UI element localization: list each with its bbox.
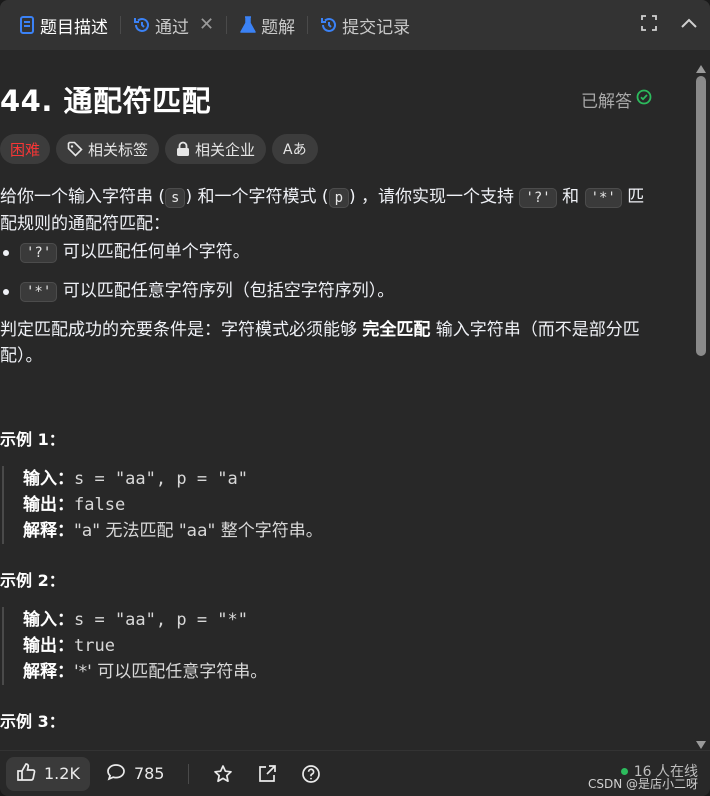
scrollbar-thumb[interactable] — [696, 76, 706, 356]
solved-status: 已解答 — [581, 87, 652, 112]
tab-divider — [307, 16, 309, 34]
star-icon[interactable] — [213, 764, 233, 784]
online-dot-icon — [620, 767, 628, 775]
scrollbar[interactable] — [692, 50, 710, 750]
related-tags-button[interactable]: 相关标签 — [56, 134, 160, 164]
tabbar-actions — [638, 12, 700, 34]
solved-label: 已解答 — [581, 91, 632, 112]
example-explanation: '*' 可以匹配任意字符串。 — [74, 662, 268, 682]
tab-description-label: 题目描述 — [40, 17, 108, 38]
tab-passed-label: 通过 — [155, 17, 189, 38]
translate-icon: Aあ — [283, 142, 307, 158]
flask-icon — [239, 16, 257, 34]
comment-count: 785 — [133, 764, 165, 783]
emphasis-text: 完全匹配 — [362, 320, 431, 340]
example-heading: 示例 3： — [0, 712, 65, 731]
share-icon[interactable] — [257, 764, 277, 784]
history-icon — [133, 16, 151, 34]
problem-description: 给你一个输入字符串 (s) 和一个字符模式 (p) ，请你实现一个支持 '?' … — [0, 184, 660, 369]
inline-code: '?' — [519, 188, 557, 208]
like-count: 1.2K — [44, 764, 80, 783]
description-content: 44. 通配符匹配 已解答 困难 相关标签 相关企业 Aあ 给你一个输入字符串 … — [0, 50, 692, 750]
inline-code: s — [165, 188, 186, 208]
related-companies-button[interactable]: 相关企业 — [165, 134, 267, 164]
list-item: '*' 可以匹配任意字符序列（包括空字符序列）。 — [0, 278, 660, 305]
tag-row: 困难 相关标签 相关企业 Aあ — [0, 134, 318, 164]
example-input: s = "aa", p = "*" — [74, 610, 248, 630]
tab-solutions-label: 题解 — [261, 17, 296, 38]
inline-code: p — [328, 188, 349, 208]
related-tags-label: 相关标签 — [88, 140, 149, 159]
related-companies-label: 相关企业 — [195, 140, 256, 159]
footer-bar: 1.2K 785 16 人在线 CSDN @是店小二呀 — [0, 750, 710, 796]
tab-submissions-label: 提交记录 — [342, 17, 411, 38]
example-heading: 示例 1： — [0, 430, 65, 449]
document-icon — [18, 16, 36, 34]
comment-icon — [106, 762, 126, 786]
example-output: false — [74, 495, 126, 515]
description-paragraph: 给你一个输入字符串 (s) 和一个字符模式 (p) ，请你实现一个支持 '?' … — [0, 187, 645, 234]
scroll-down-icon[interactable] — [696, 734, 706, 749]
tab-bar: 题目描述 通过 ✕ 题解 提交记录 — [0, 0, 710, 50]
example-output: true — [74, 636, 115, 656]
help-icon[interactable] — [301, 764, 321, 784]
difficulty-label: 困难 — [10, 140, 41, 159]
check-circle-icon — [636, 89, 652, 110]
translate-button[interactable]: Aあ — [272, 134, 318, 164]
inline-code: '?' — [20, 243, 58, 263]
comments-button[interactable]: 785 — [106, 762, 165, 786]
problem-title: 44. 通配符匹配 — [0, 84, 211, 118]
like-button[interactable]: 1.2K — [6, 756, 90, 791]
example-explanation: "a" 无法匹配 "aa" 整个字符串。 — [74, 521, 323, 541]
close-icon[interactable]: ✕ — [199, 16, 214, 34]
footer-divider — [188, 763, 190, 784]
tab-submissions[interactable]: 提交记录 — [316, 10, 414, 40]
tag-icon — [67, 141, 83, 157]
inline-code: '*' — [20, 282, 58, 302]
thumbs-up-icon — [16, 762, 36, 786]
history-icon — [320, 16, 338, 34]
tab-passed[interactable]: 通过 ✕ — [129, 10, 218, 40]
chevron-up-icon[interactable] — [678, 12, 700, 34]
problem-panel: 题目描述 通过 ✕ 题解 提交记录 44. 通配符匹配 已解答 困难 相关标签 … — [0, 0, 710, 796]
scroll-up-icon[interactable] — [696, 58, 706, 73]
difficulty-badge[interactable]: 困难 — [0, 134, 51, 164]
tab-description[interactable]: 题目描述 — [14, 10, 112, 40]
watermark: CSDN @是店小二呀 — [587, 777, 698, 791]
example-block: 输入：s = "aa", p = "*" 输出：true 解释：'*' 可以匹配… — [2, 607, 642, 685]
description-paragraph: 判定匹配成功的充要条件是：字符模式必须能够 完全匹配 输入字符串（而不是部分匹配… — [0, 320, 640, 366]
tab-divider — [226, 16, 228, 34]
inline-code: '*' — [584, 188, 622, 208]
example-heading: 示例 2： — [0, 571, 65, 590]
tab-divider — [120, 16, 121, 34]
lock-icon — [176, 141, 190, 157]
list-item: '?' 可以匹配任何单个字符。 — [0, 239, 660, 266]
fullscreen-icon[interactable] — [638, 12, 660, 34]
rules-list: '?' 可以匹配任何单个字符。 '*' 可以匹配任意字符序列（包括空字符序列）。 — [0, 239, 660, 305]
example-input: s = "aa", p = "a" — [74, 469, 248, 489]
tab-solutions[interactable]: 题解 — [235, 10, 299, 40]
title-row: 44. 通配符匹配 已解答 — [0, 78, 652, 120]
example-block: 输入：s = "aa", p = "a" 输出：false 解释："a" 无法匹… — [2, 466, 642, 544]
